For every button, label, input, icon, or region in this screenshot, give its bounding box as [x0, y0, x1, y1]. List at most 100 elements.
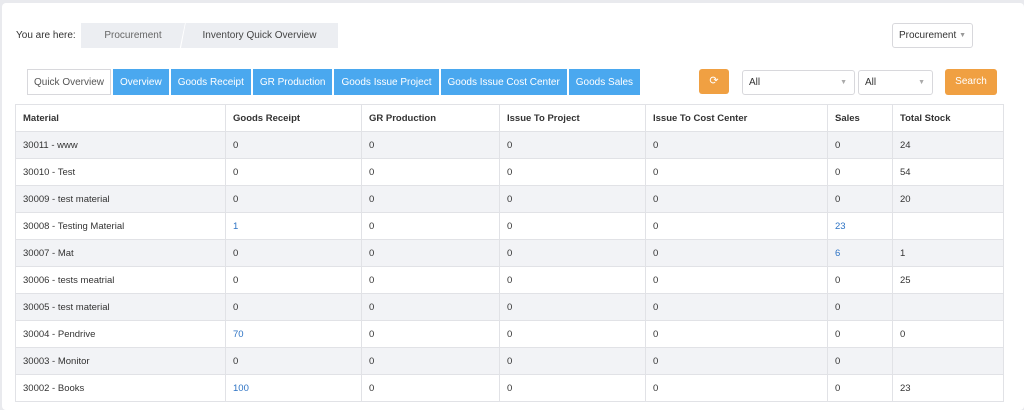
column-header-issue-to-project: Issue To Project — [499, 104, 646, 132]
cell-goods-receipt: 0 — [225, 239, 362, 267]
cell-issue-to-project: 0 — [499, 347, 646, 375]
cell-issue-to-cost-center: 0 — [645, 266, 828, 294]
breadcrumb-label: You are here: — [16, 30, 76, 41]
cell-gr-production: 0 — [361, 185, 500, 213]
cell-issue-to-cost-center: 0 — [645, 347, 828, 375]
module-dropdown-value: Procurement — [899, 30, 957, 41]
cell-gr-production: 0 — [361, 347, 500, 375]
tab-quick-overview[interactable]: Quick Overview — [27, 69, 112, 95]
tab-overview[interactable]: Overview — [113, 69, 169, 95]
table-row: 30002 - Books 100 0 0 0 0 23 — [15, 374, 1004, 402]
cell-sales: 0 — [827, 266, 893, 294]
cell-material: 30009 - test material — [15, 185, 226, 213]
cell-issue-to-cost-center: 0 — [645, 212, 828, 240]
table-row: 30004 - Pendrive 70 0 0 0 0 0 — [15, 320, 1004, 348]
cell-issue-to-cost-center: 0 — [645, 185, 828, 213]
cell-material: 30010 - Test — [15, 158, 226, 186]
chevron-down-icon: ▼ — [918, 79, 925, 86]
column-header-issue-to-cost-center: Issue To Cost Center — [645, 104, 828, 132]
chevron-down-icon: ▼ — [840, 79, 847, 86]
cell-issue-to-project: 0 — [499, 374, 646, 402]
table-row: 30011 - www 0 0 0 0 0 24 — [15, 131, 1004, 159]
filter-select-2-value: All — [865, 77, 877, 88]
search-button[interactable]: Search — [945, 69, 997, 95]
column-header-sales: Sales — [827, 104, 893, 132]
tab-goods-receipt[interactable]: Goods Receipt — [170, 69, 251, 95]
table-row: 30009 - test material 0 0 0 0 0 20 — [15, 185, 1004, 213]
cell-issue-to-project: 0 — [499, 158, 646, 186]
cell-material: 30002 - Books — [15, 374, 226, 402]
refresh-icon: ⟳ — [709, 75, 719, 87]
cell-issue-to-project: 0 — [499, 239, 646, 267]
cell-material: 30011 - www — [15, 131, 226, 159]
cell-goods-receipt: 0 — [225, 158, 362, 186]
cell-gr-production: 0 — [361, 320, 500, 348]
cell-issue-to-cost-center: 0 — [645, 320, 828, 348]
cell-total-stock — [892, 293, 1004, 321]
cell-goods-receipt-link[interactable]: 70 — [225, 320, 362, 348]
cell-issue-to-project: 0 — [499, 266, 646, 294]
tab-goods-issue-project[interactable]: Goods Issue Project — [334, 69, 439, 95]
cell-gr-production: 0 — [361, 239, 500, 267]
cell-material: 30003 - Monitor — [15, 347, 226, 375]
cell-total-stock: 20 — [892, 185, 1004, 213]
cell-material: 30005 - test material — [15, 293, 226, 321]
cell-material: 30006 - tests meatrial — [15, 266, 226, 294]
cell-gr-production: 0 — [361, 158, 500, 186]
cell-gr-production: 0 — [361, 293, 500, 321]
chevron-down-icon: ▼ — [959, 32, 966, 39]
module-dropdown[interactable]: Procurement ▼ — [892, 23, 973, 48]
cell-material: 30004 - Pendrive — [15, 320, 226, 348]
cell-gr-production: 0 — [361, 374, 500, 402]
cell-issue-to-project: 0 — [499, 185, 646, 213]
filter-select-2[interactable]: All ▼ — [858, 70, 933, 95]
tab-bar: Quick Overview Overview Goods Receipt GR… — [27, 69, 642, 95]
cell-goods-receipt: 0 — [225, 266, 362, 294]
cell-issue-to-cost-center: 0 — [645, 158, 828, 186]
cell-sales-link[interactable]: 23 — [827, 212, 893, 240]
tab-gr-production[interactable]: GR Production — [252, 69, 333, 95]
table-row: 30003 - Monitor 0 0 0 0 0 — [15, 347, 1004, 375]
refresh-button[interactable]: ⟳ — [699, 69, 729, 94]
cell-sales-link[interactable]: 6 — [827, 239, 893, 267]
cell-sales: 0 — [827, 185, 893, 213]
cell-issue-to-project: 0 — [499, 320, 646, 348]
cell-goods-receipt-link[interactable]: 1 — [225, 212, 362, 240]
cell-goods-receipt: 0 — [225, 293, 362, 321]
cell-sales: 0 — [827, 293, 893, 321]
cell-gr-production: 0 — [361, 131, 500, 159]
cell-issue-to-project: 0 — [499, 293, 646, 321]
table-row: 30008 - Testing Material 1 0 0 0 23 — [15, 212, 1004, 240]
column-header-gr-production: GR Production — [361, 104, 500, 132]
cell-issue-to-cost-center: 0 — [645, 374, 828, 402]
filter-select-1[interactable]: All ▼ — [742, 70, 855, 95]
cell-issue-to-cost-center: 0 — [645, 239, 828, 267]
cell-sales: 0 — [827, 131, 893, 159]
cell-goods-receipt-link[interactable]: 100 — [225, 374, 362, 402]
inventory-table: Material Goods Receipt GR Production Iss… — [15, 104, 1004, 402]
table-row: 30010 - Test 0 0 0 0 0 54 — [15, 158, 1004, 186]
cell-sales: 0 — [827, 158, 893, 186]
cell-goods-receipt: 0 — [225, 347, 362, 375]
cell-issue-to-cost-center: 0 — [645, 131, 828, 159]
breadcrumb-procurement[interactable]: Procurement — [81, 23, 185, 48]
table-header-row: Material Goods Receipt GR Production Iss… — [15, 104, 1004, 132]
cell-sales: 0 — [827, 320, 893, 348]
table-row: 30006 - tests meatrial 0 0 0 0 0 25 — [15, 266, 1004, 294]
cell-issue-to-project: 0 — [499, 131, 646, 159]
cell-total-stock: 23 — [892, 374, 1004, 402]
cell-material: 30007 - Mat — [15, 239, 226, 267]
cell-total-stock — [892, 212, 1004, 240]
cell-goods-receipt: 0 — [225, 185, 362, 213]
cell-sales: 0 — [827, 347, 893, 375]
tab-goods-issue-cost-center[interactable]: Goods Issue Cost Center — [440, 69, 567, 95]
cell-issue-to-cost-center: 0 — [645, 293, 828, 321]
cell-total-stock: 24 — [892, 131, 1004, 159]
cell-total-stock: 1 — [892, 239, 1004, 267]
cell-total-stock: 25 — [892, 266, 1004, 294]
cell-sales: 0 — [827, 374, 893, 402]
cell-total-stock: 54 — [892, 158, 1004, 186]
tab-goods-sales[interactable]: Goods Sales — [568, 69, 641, 95]
cell-material: 30008 - Testing Material — [15, 212, 226, 240]
cell-issue-to-project: 0 — [499, 212, 646, 240]
